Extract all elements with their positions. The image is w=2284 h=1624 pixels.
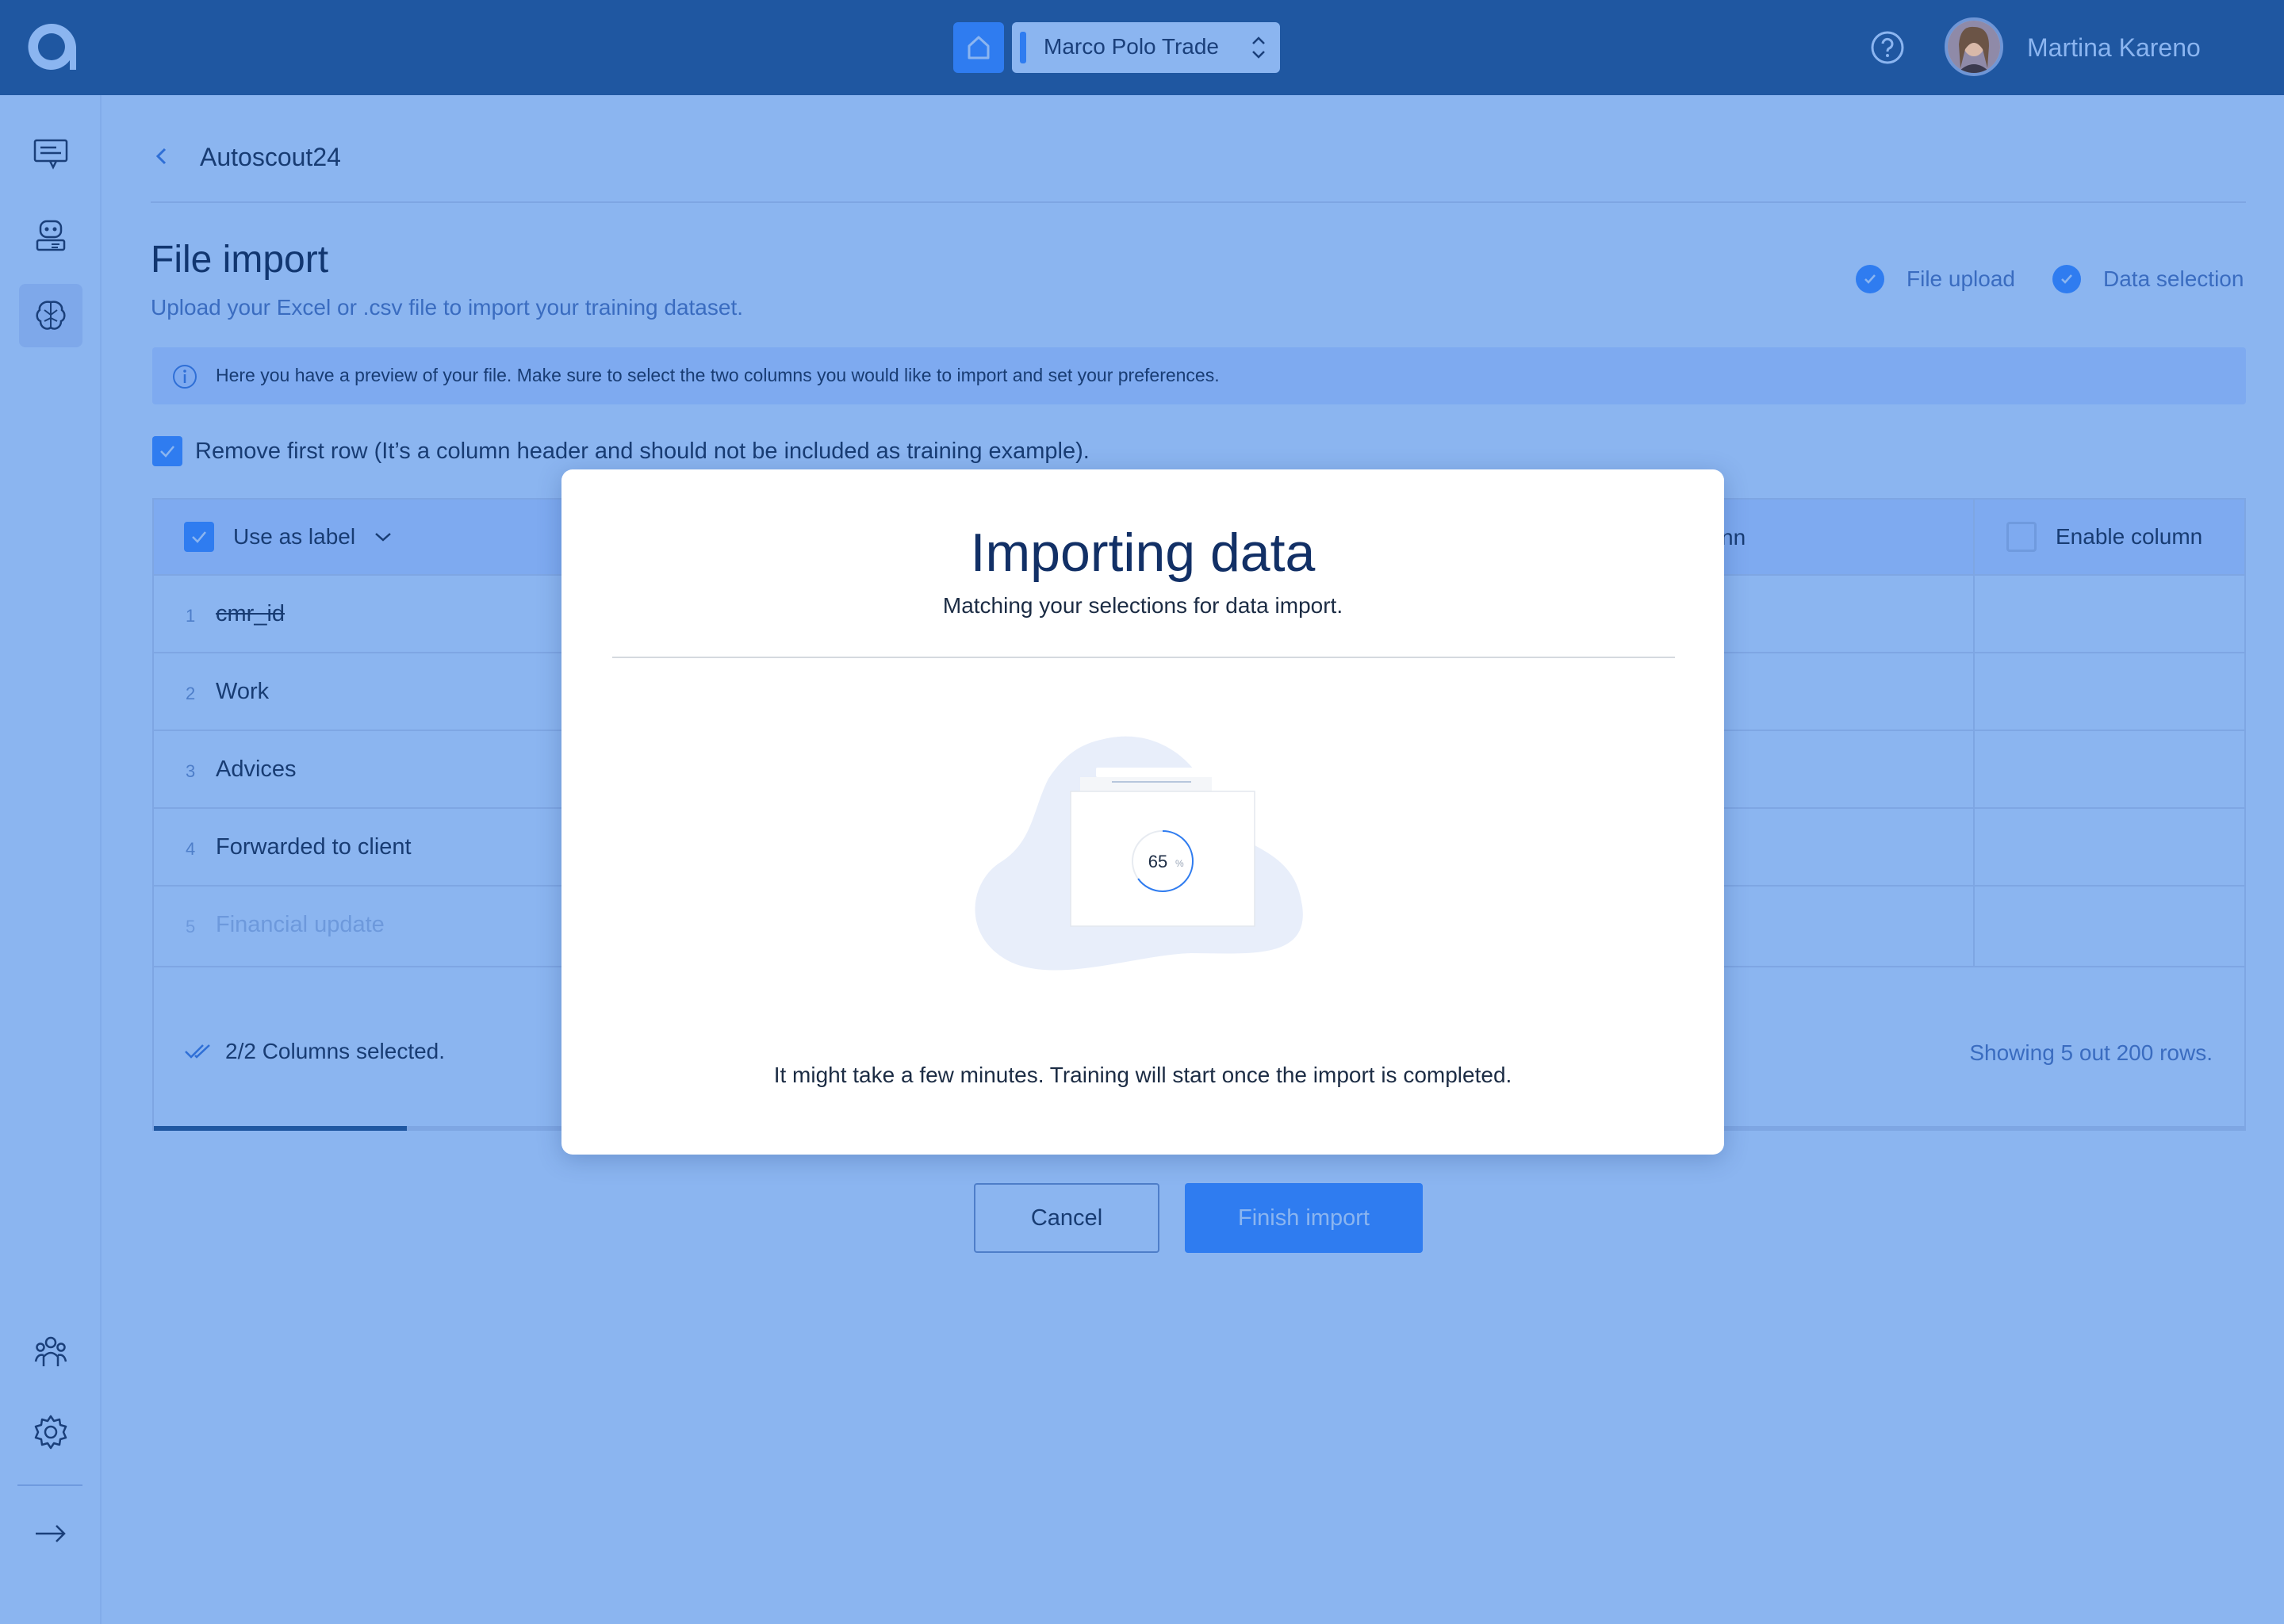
row-number: 4 bbox=[186, 839, 196, 859]
top-bar: Marco Polo Trade Martina Kareno bbox=[0, 0, 2284, 95]
rows-count-text: Showing 5 out 200 rows. bbox=[1969, 1040, 2213, 1065]
row-value: Forwarded to client bbox=[216, 834, 412, 860]
modal-note: It might take a few minutes. Training wi… bbox=[773, 1063, 1512, 1087]
sidebar-item-expand[interactable] bbox=[19, 1502, 82, 1565]
sidebar-item-training[interactable] bbox=[19, 284, 82, 347]
use-as-label-dropdown[interactable]: Use as label bbox=[184, 522, 393, 552]
enable-column-checkbox[interactable] bbox=[2006, 522, 2037, 552]
checkmark-icon bbox=[160, 446, 174, 458]
scrollbar-thumb[interactable] bbox=[154, 1126, 407, 1131]
avatar[interactable] bbox=[1945, 17, 2003, 76]
remove-first-row-label: Remove first row (It’s a column header a… bbox=[195, 438, 1090, 464]
home-icon bbox=[968, 36, 990, 59]
chevron-down-icon bbox=[375, 533, 391, 542]
step-label: File upload bbox=[1907, 266, 2015, 291]
double-check-icon bbox=[185, 1044, 210, 1059]
sidebar-item-settings[interactable] bbox=[19, 1400, 82, 1464]
progress-unit: % bbox=[1175, 858, 1184, 869]
modal-divider bbox=[612, 657, 1675, 658]
row-number: 2 bbox=[186, 684, 196, 703]
breadcrumb[interactable]: Autoscout24 bbox=[200, 143, 341, 172]
columns-selected: 2/2 Columns selected. bbox=[184, 1039, 445, 1064]
back-chevron-icon[interactable] bbox=[151, 143, 173, 170]
row-value: Work bbox=[216, 679, 270, 704]
gear-icon bbox=[34, 1415, 67, 1450]
page-subtitle: Upload your Excel or .csv file to import… bbox=[151, 295, 744, 320]
row-number: 3 bbox=[186, 761, 196, 781]
chevron-updown-icon bbox=[1252, 36, 1265, 59]
sidebar-item-team[interactable] bbox=[19, 1320, 82, 1383]
check-circle-icon bbox=[2052, 265, 2081, 293]
row-value: Advices bbox=[216, 756, 297, 782]
document-top-sheet bbox=[1096, 768, 1215, 777]
modal-title: Importing data bbox=[970, 523, 1316, 583]
workspace-selector[interactable]: Marco Polo Trade bbox=[1012, 22, 1280, 73]
info-banner: Here you have a preview of your file. Ma… bbox=[152, 347, 2246, 404]
column-header-partial: nn bbox=[1721, 525, 1746, 550]
enable-column-option[interactable]: Enable column bbox=[2006, 522, 2202, 552]
row-number: 5 bbox=[186, 917, 196, 936]
progress-value: 65 bbox=[1148, 852, 1167, 871]
info-icon bbox=[173, 365, 197, 389]
enable-column-label: Enable column bbox=[2056, 524, 2203, 549]
team-icon bbox=[34, 1336, 67, 1366]
step-data-selection: Data selection bbox=[2052, 265, 2244, 293]
remove-first-row-checkbox[interactable] bbox=[152, 436, 182, 466]
sidebar bbox=[0, 95, 102, 1624]
sidebar-item-conversations[interactable] bbox=[19, 122, 82, 186]
row-number: 1 bbox=[186, 606, 196, 626]
chat-icon bbox=[33, 139, 68, 170]
cancel-button[interactable]: Cancel bbox=[974, 1183, 1159, 1253]
row-value: Financial update bbox=[216, 912, 385, 937]
columns-selected-text: 2/2 Columns selected. bbox=[225, 1039, 446, 1063]
workspace-color-bar bbox=[1020, 32, 1026, 63]
sidebar-divider bbox=[17, 1484, 82, 1486]
use-as-label-text: Use as label bbox=[233, 524, 356, 549]
breadcrumb-divider bbox=[151, 201, 2246, 203]
brand-logo-icon[interactable] bbox=[24, 19, 79, 75]
check-circle-icon bbox=[1856, 265, 1884, 293]
step-label: Data selection bbox=[2103, 266, 2244, 291]
document-back bbox=[1080, 777, 1212, 793]
row-value: cmr_id bbox=[216, 601, 286, 626]
home-button[interactable] bbox=[953, 22, 1004, 73]
brain-icon bbox=[36, 301, 66, 330]
info-text: Here you have a preview of your file. Ma… bbox=[216, 365, 1220, 385]
question-circle-icon[interactable] bbox=[1870, 30, 1905, 65]
label-column-checkbox[interactable] bbox=[184, 522, 214, 552]
modal-subtitle: Matching your selections for data import… bbox=[942, 593, 1343, 618]
user-name[interactable]: Martina Kareno bbox=[2027, 33, 2201, 63]
arrow-right-icon bbox=[36, 1525, 66, 1542]
bot-icon bbox=[36, 220, 66, 251]
workspace-name: Marco Polo Trade bbox=[1044, 34, 1219, 59]
sidebar-item-bots[interactable] bbox=[19, 203, 82, 266]
remove-first-row-option[interactable]: Remove first row (It’s a column header a… bbox=[152, 436, 1090, 466]
step-file-upload: File upload bbox=[1856, 265, 2015, 293]
page-title: File import bbox=[151, 239, 329, 281]
import-progress-illustration: 65 % bbox=[975, 736, 1303, 971]
checkmark-icon bbox=[192, 531, 206, 543]
finish-import-button[interactable]: Finish import bbox=[1185, 1183, 1423, 1253]
importing-modal: Importing data Matching your selections … bbox=[561, 469, 1724, 1155]
